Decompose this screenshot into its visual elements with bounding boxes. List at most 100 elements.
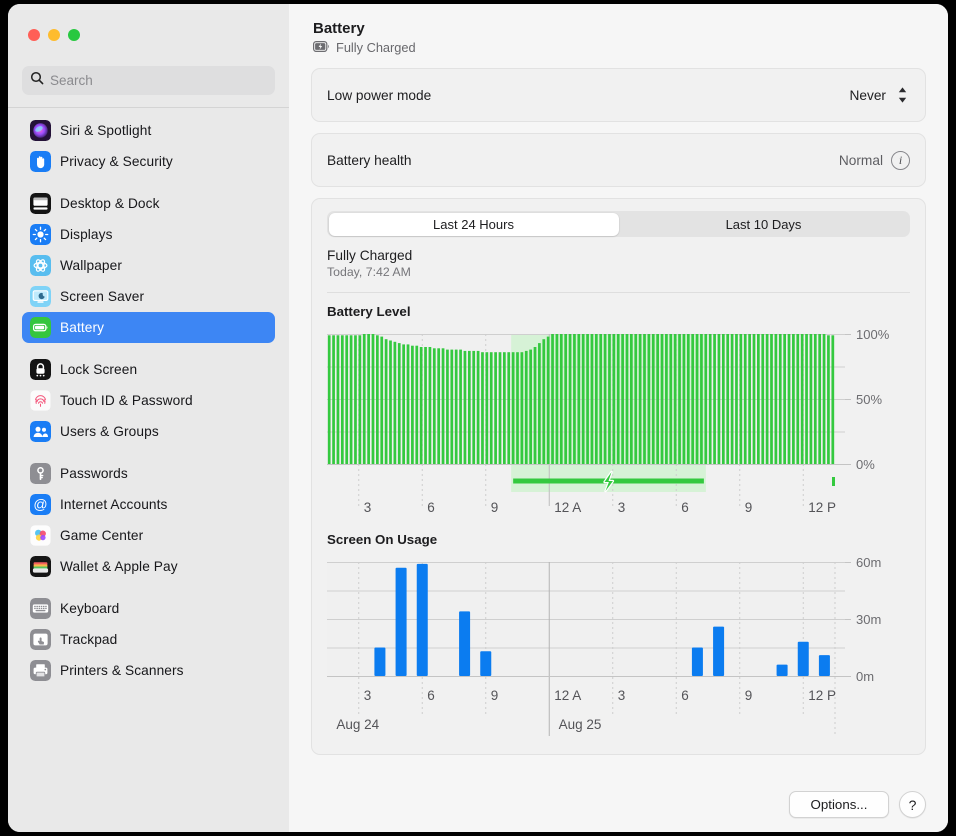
battery-health-control[interactable]: Normal i <box>839 151 910 170</box>
system-settings-window: Siri & Spotlight Privacy & Security Deskto… <box>8 4 948 832</box>
sidebar-item-siri-spotlight[interactable]: Siri & Spotlight <box>22 115 275 146</box>
sidebar-item-users-groups[interactable]: Users & Groups <box>22 416 275 447</box>
sidebar-item-game-center[interactable]: Game Center <box>22 520 275 551</box>
screen-on-usage-bar <box>459 611 470 676</box>
battery-level-bar <box>678 334 681 464</box>
battery-level-chart-title: Battery Level <box>327 304 910 319</box>
sidebar-item-label: Screen Saver <box>60 289 144 304</box>
battery-level-bar <box>775 334 778 464</box>
battery-level-bar <box>385 339 388 464</box>
options-button[interactable]: Options... <box>789 791 889 818</box>
sidebar-item-privacy-security[interactable]: Privacy & Security <box>22 146 275 177</box>
low-power-mode-value: Never <box>849 88 886 103</box>
battery-xtick-label: 3 <box>364 500 372 515</box>
sidebar-item-desktop-dock[interactable]: Desktop & Dock <box>22 188 275 219</box>
usage-xtick-label: 12 A <box>554 688 581 703</box>
low-power-mode-control[interactable]: Never <box>849 84 910 106</box>
battery-level-bar <box>328 335 331 464</box>
usage-day-label: Aug 24 <box>336 717 379 732</box>
battery-level-bar <box>599 334 602 464</box>
battery-level-bar <box>534 347 537 464</box>
battery-level-bar <box>564 334 567 464</box>
sidebar-item-battery[interactable]: Battery <box>22 312 275 343</box>
battery-level-bar <box>648 334 651 464</box>
printer-icon <box>30 660 51 681</box>
info-icon[interactable]: i <box>891 151 910 170</box>
sidebar-item-touch-id-password[interactable]: Touch ID & Password <box>22 385 275 416</box>
card-divider <box>327 292 910 293</box>
sidebar-item-label: Wallet & Apple Pay <box>60 559 178 574</box>
screen-on-usage-bar <box>374 648 385 677</box>
battery-level-bar <box>709 334 712 464</box>
time-range-segmented-control[interactable]: Last 24 Hours Last 10 Days <box>327 211 910 237</box>
battery-level-bar <box>753 334 756 464</box>
footer-actions: Options... ? <box>789 791 926 818</box>
sidebar-item-keyboard[interactable]: Keyboard <box>22 593 275 624</box>
sidebar-item-passwords[interactable]: Passwords <box>22 458 275 489</box>
battery-level-bar <box>608 334 611 464</box>
battery-level-bar <box>350 335 353 464</box>
usage-ytick-label: 60m <box>856 555 881 570</box>
battery-level-bar <box>477 351 480 464</box>
sidebar-item-label: Touch ID & Password <box>60 393 193 408</box>
battery-level-bar <box>529 350 532 464</box>
battery-level-bar <box>674 334 677 464</box>
sidebar-item-label: Trackpad <box>60 632 117 647</box>
zoom-button[interactable] <box>68 29 80 41</box>
tab-last-10-days[interactable]: Last 10 Days <box>619 213 909 236</box>
sidebar-item-displays[interactable]: Displays <box>22 219 275 250</box>
sidebar-group-1: Desktop & Dock Displays Wallpaper Screen Sa… <box>22 188 275 343</box>
main-content: Battery Fully Charged L <box>289 4 948 832</box>
hand-raised-icon <box>30 151 51 172</box>
battery-health-card: Battery health Normal i <box>311 133 926 187</box>
sidebar-item-wallet-apple-pay[interactable]: Wallet & Apple Pay <box>22 551 275 582</box>
battery-level-bar <box>722 334 725 464</box>
wallet-icon <box>30 556 51 577</box>
sidebar-item-screen-saver[interactable]: Screen Saver <box>22 281 275 312</box>
screen-on-usage-plot: 60m30m0m36912 A36912 PAug 24Aug 25 <box>327 554 905 740</box>
low-power-mode-row[interactable]: Low power mode Never <box>312 69 925 121</box>
sidebar-item-lock-screen[interactable]: Lock Screen <box>22 354 275 385</box>
usage-day-label: Aug 25 <box>559 717 602 732</box>
battery-charging-icon <box>313 40 330 55</box>
battery-level-bar <box>621 334 624 464</box>
search-icon <box>30 71 44 90</box>
battery-level-bar <box>556 334 559 464</box>
sidebar-item-trackpad[interactable]: Trackpad <box>22 624 275 655</box>
battery-level-bar <box>744 334 747 464</box>
battery-level-bar <box>560 334 563 464</box>
wallpaper-icon <box>30 255 51 276</box>
battery-level-bar <box>827 335 830 464</box>
battery-status: Fully Charged <box>313 40 926 55</box>
sidebar-item-label: Users & Groups <box>60 424 159 439</box>
battery-health-value: Normal <box>839 153 883 168</box>
search-input[interactable] <box>50 73 267 88</box>
usage-ytick-label: 0m <box>856 669 874 684</box>
sidebar-item-internet-accounts[interactable]: @Internet Accounts <box>22 489 275 520</box>
sidebar-item-printers-scanners[interactable]: Printers & Scanners <box>22 655 275 686</box>
sidebar-item-label: Printers & Scanners <box>60 663 184 678</box>
battery-level-bar <box>718 334 721 464</box>
sidebar-item-wallpaper[interactable]: Wallpaper <box>22 250 275 281</box>
minimize-button[interactable] <box>48 29 60 41</box>
battery-level-bar <box>604 334 607 464</box>
low-power-mode-card: Low power mode Never <box>311 68 926 122</box>
battery-level-bar <box>372 334 375 464</box>
sidebar-item-label: Wallpaper <box>60 258 122 273</box>
chevron-up-down-icon[interactable] <box>894 84 910 106</box>
battery-level-bar <box>411 346 414 464</box>
battery-level-bar <box>433 348 436 464</box>
battery-level-bar <box>485 352 488 464</box>
tab-last-24-hours[interactable]: Last 24 Hours <box>329 213 619 236</box>
help-button[interactable]: ? <box>899 791 926 818</box>
sidebar-item-label: Privacy & Security <box>60 154 173 169</box>
battery-level-bar <box>713 334 716 464</box>
search-field[interactable] <box>22 66 275 95</box>
sidebar-item-label: Displays <box>60 227 113 242</box>
battery-level-bar <box>766 334 769 464</box>
close-button[interactable] <box>28 29 40 41</box>
usage-ytick-label: 30m <box>856 612 881 627</box>
battery-level-bar <box>398 343 401 464</box>
screen-on-usage-bar <box>798 642 809 676</box>
battery-level-bar <box>345 335 348 464</box>
